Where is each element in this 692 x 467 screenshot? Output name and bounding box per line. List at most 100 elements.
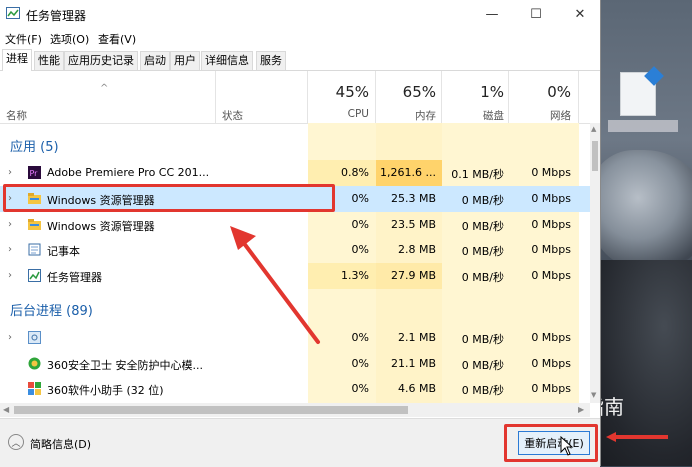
column-cpu[interactable]: CPU: [318, 108, 369, 120]
360-security-icon: [28, 357, 41, 370]
annotation-arrow-left-icon: [606, 432, 668, 442]
column-divider[interactable]: [578, 71, 579, 123]
title-bar[interactable]: 任务管理器 — ☐ ✕: [0, 0, 600, 28]
disk-value: 0 MB/秒: [461, 194, 504, 207]
memory-value: 23.5 MB: [390, 218, 436, 231]
expand-chevron-icon[interactable]: ›: [8, 219, 12, 230]
desktop-file-label-blurred: [608, 120, 678, 132]
group-apps[interactable]: 应用 (5): [10, 136, 59, 155]
tab-services[interactable]: 服务: [256, 51, 286, 70]
menu-options[interactable]: 选项(O): [50, 31, 89, 47]
sort-up-icon: ^: [100, 83, 109, 94]
cpu-percent[interactable]: 45%: [318, 83, 369, 101]
network-value: 0 Mbps: [531, 218, 571, 231]
horizontal-scrollbar[interactable]: ◀ ▶: [0, 403, 590, 417]
tab-bar: 进程 性能 应用历史记录 启动 用户 详细信息 服务: [0, 48, 600, 71]
disk-value: 0 MB/秒: [461, 384, 504, 397]
file-badge-icon: [644, 66, 664, 86]
menu-file[interactable]: 文件(F): [5, 31, 42, 47]
disk-value: 0 MB/秒: [461, 359, 504, 372]
column-disk[interactable]: 磁盘: [446, 108, 504, 123]
cpu-value: 0%: [351, 357, 369, 370]
disk-value: 0 MB/秒: [461, 333, 504, 346]
vertical-scrollbar[interactable]: ▲ ▼: [590, 123, 600, 403]
tab-app-history[interactable]: 应用历史记录: [64, 51, 138, 70]
network-value: 0 Mbps: [531, 357, 571, 370]
mouse-cursor-icon: [560, 436, 574, 456]
column-network[interactable]: 网络: [512, 108, 571, 123]
column-divider[interactable]: [441, 71, 442, 123]
column-memory[interactable]: 内存: [380, 108, 436, 123]
memory-value: 27.9 MB: [390, 269, 436, 282]
vertical-scroll-thumb[interactable]: [592, 141, 598, 171]
desktop-file-icon[interactable]: [620, 66, 664, 116]
horizontal-scroll-thumb[interactable]: [14, 406, 408, 414]
memory-value: 2.8 MB: [397, 243, 436, 256]
memory-percent[interactable]: 65%: [380, 83, 436, 101]
group-background-processes[interactable]: 后台进程 (89): [10, 300, 93, 319]
network-value: 0 Mbps: [531, 166, 571, 179]
scroll-left-icon[interactable]: ◀: [3, 405, 9, 414]
expand-chevron-icon[interactable]: ›: [8, 244, 12, 255]
disk-value: 0 MB/秒: [461, 271, 504, 284]
tab-details[interactable]: 详细信息: [201, 51, 253, 70]
expand-chevron-icon[interactable]: ›: [8, 270, 12, 281]
expand-chevron-icon[interactable]: ›: [8, 332, 12, 343]
scroll-right-icon[interactable]: ▶: [578, 405, 584, 414]
window-title: 任务管理器: [26, 9, 87, 23]
column-divider[interactable]: [307, 71, 308, 123]
scroll-down-icon[interactable]: ▼: [591, 391, 596, 399]
disk-value: 0 MB/秒: [461, 220, 504, 233]
cpu-value: 0.8%: [341, 166, 369, 179]
column-header: ^ 名称 状态 45% CPU 65% 内存 1% 磁盘 0% 网络: [0, 71, 600, 124]
task-manager-app-icon: [6, 7, 20, 19]
360-assistant-icon: [28, 382, 41, 395]
close-button[interactable]: ✕: [558, 0, 602, 28]
brief-info-link[interactable]: 简略信息(D): [30, 436, 91, 452]
tab-performance[interactable]: 性能: [34, 51, 64, 70]
table-row[interactable]: › Pr Adobe Premiere Pro CC 201... 0.8% 1…: [0, 160, 590, 186]
minimize-button[interactable]: —: [470, 0, 514, 28]
premiere-pro-icon: Pr: [28, 166, 41, 179]
column-divider[interactable]: [215, 71, 216, 123]
disk-percent[interactable]: 1%: [446, 83, 504, 101]
network-value: 0 Mbps: [531, 382, 571, 395]
mountain-rock: [600, 150, 692, 270]
process-name: 记事本: [47, 245, 80, 258]
column-name[interactable]: 名称: [6, 108, 27, 123]
process-name: 360软件小助手 (32 位): [47, 384, 164, 397]
process-name: 360安全卫士 安全防护中心模...: [47, 359, 203, 372]
tab-processes[interactable]: 进程: [2, 49, 32, 71]
memory-value: 4.6 MB: [397, 382, 436, 395]
network-value: 0 Mbps: [531, 243, 571, 256]
process-name: 任务管理器: [47, 271, 102, 284]
memory-value: 2.1 MB: [397, 331, 436, 344]
column-divider[interactable]: [375, 71, 376, 123]
table-row[interactable]: 360安全卫士 安全防护中心模... 0% 21.1 MB 0 MB/秒 0 M…: [0, 351, 590, 377]
folder-icon: [28, 219, 41, 230]
table-row[interactable]: 360软件小助手 (32 位) 0% 4.6 MB 0 MB/秒 0 Mbps: [0, 376, 590, 402]
tab-startup[interactable]: 启动: [140, 51, 170, 70]
chevron-up-icon[interactable]: ︿: [8, 434, 24, 450]
network-value: 0 Mbps: [531, 269, 571, 282]
process-name: Windows 资源管理器: [47, 220, 155, 233]
memory-value: 25.3 MB: [390, 192, 436, 205]
column-divider[interactable]: [508, 71, 509, 123]
cpu-value: 0%: [351, 382, 369, 395]
scroll-up-icon[interactable]: ▲: [591, 125, 596, 133]
menu-bar: 文件(F) 选项(O) 查看(V): [0, 28, 600, 47]
memory-value: 21.1 MB: [390, 357, 436, 370]
tab-users[interactable]: 用户: [170, 51, 200, 70]
network-value: 0 Mbps: [531, 331, 571, 344]
network-value: 0 Mbps: [531, 192, 571, 205]
disk-value: 0.1 MB/秒: [451, 168, 504, 181]
memory-value: 1,261.6 ...: [380, 166, 436, 179]
menu-view[interactable]: 查看(V): [98, 31, 136, 47]
maximize-button[interactable]: ☐: [514, 0, 558, 28]
generic-process-icon: [28, 331, 41, 344]
network-percent[interactable]: 0%: [512, 83, 571, 101]
column-status[interactable]: 状态: [222, 108, 243, 123]
svg-text:Pr: Pr: [30, 169, 39, 178]
expand-chevron-icon[interactable]: ›: [8, 167, 12, 178]
disk-value: 0 MB/秒: [461, 245, 504, 258]
